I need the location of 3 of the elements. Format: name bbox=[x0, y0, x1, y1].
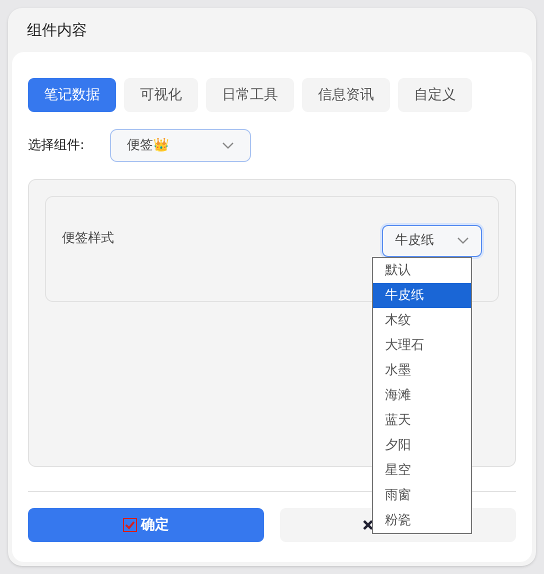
dialog-title: 组件内容 bbox=[27, 20, 87, 41]
setting-label: 便签样式 bbox=[62, 230, 114, 248]
select-label: 选择组件: bbox=[28, 136, 86, 155]
